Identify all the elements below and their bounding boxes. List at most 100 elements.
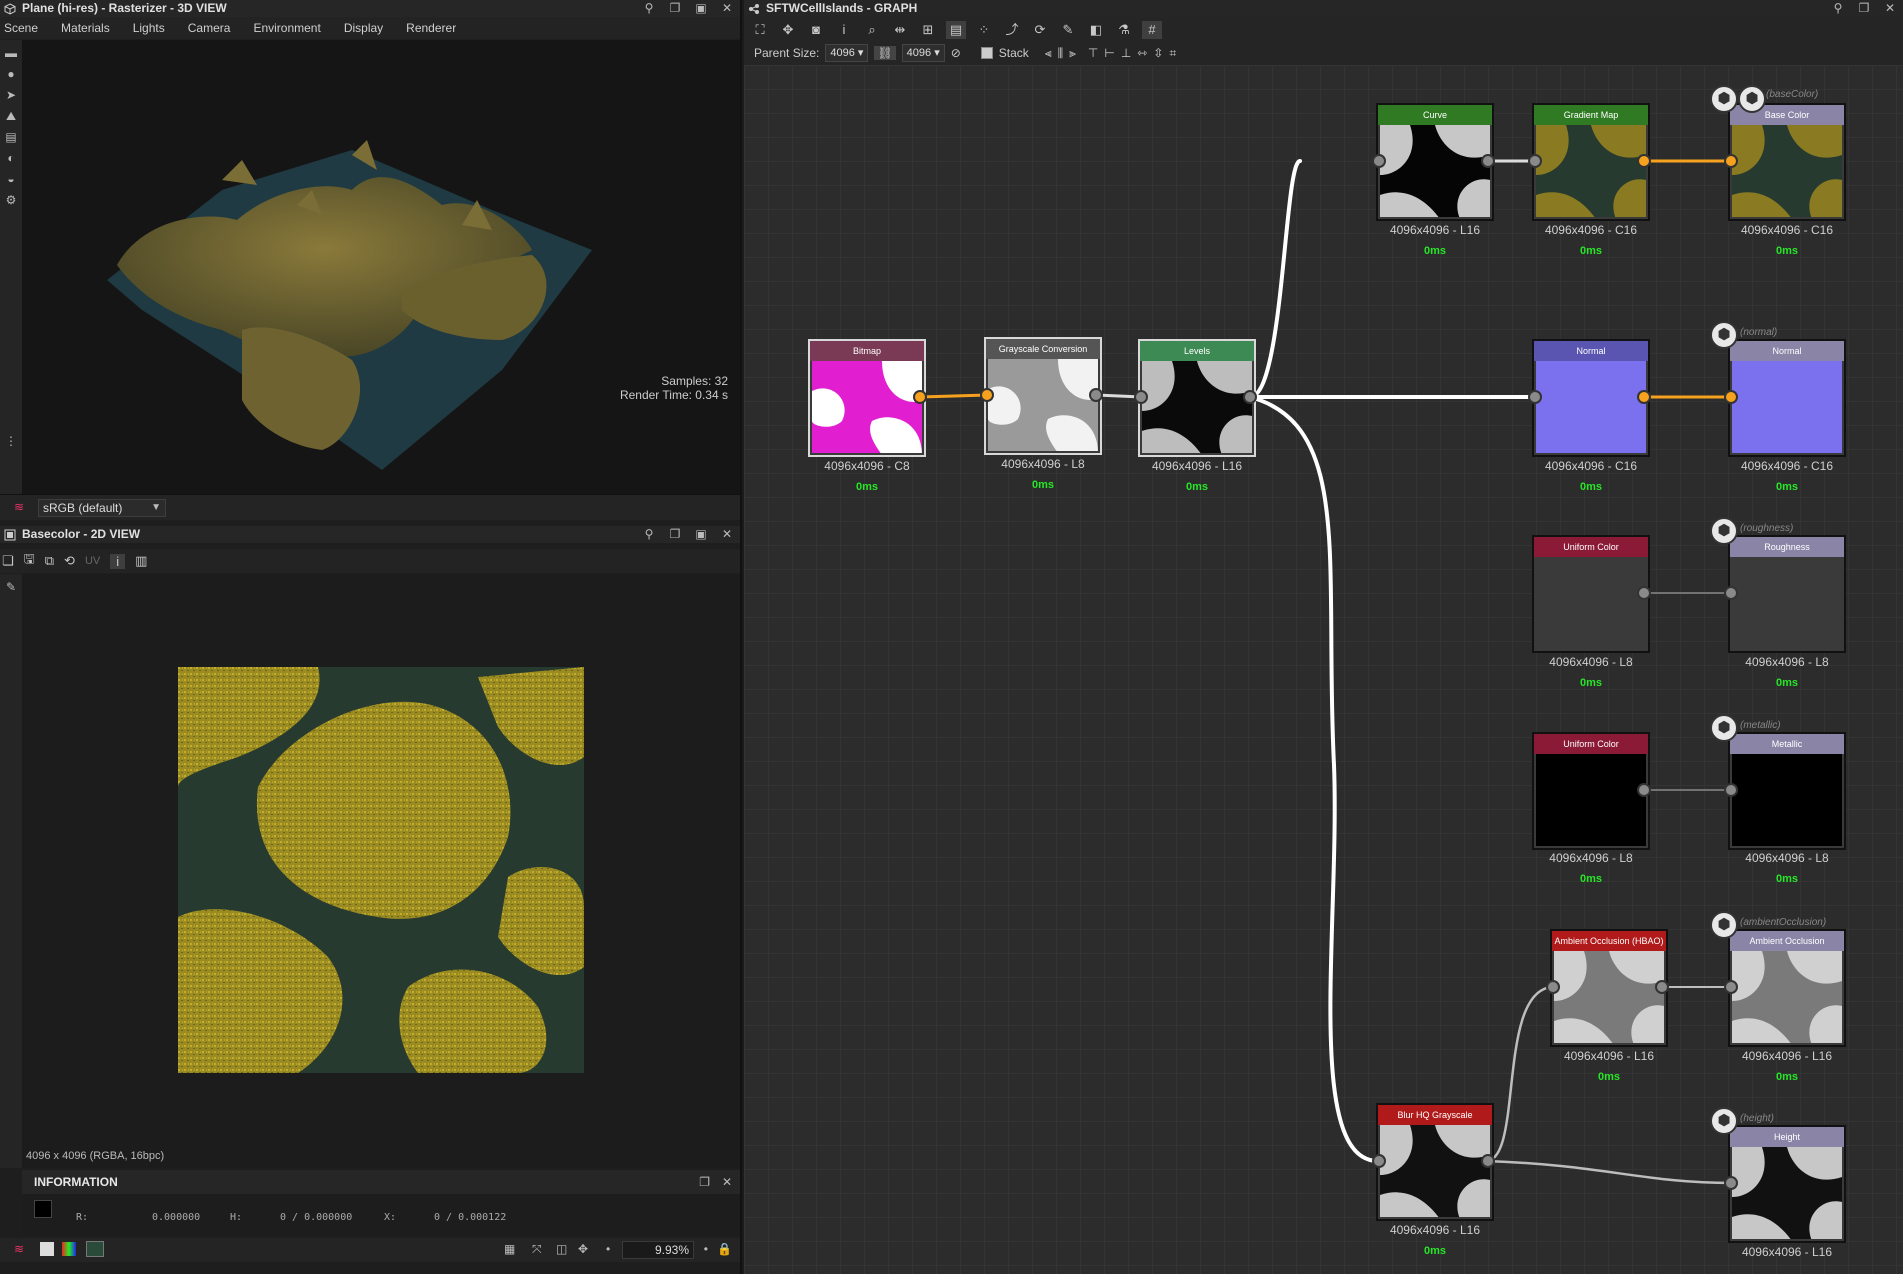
layers-icon[interactable]: ≋ [14,500,24,514]
material-icon[interactable]: ◐ [4,151,18,165]
node-basecolor-output[interactable]: Base Color [1728,103,1846,221]
node-height-output[interactable]: Height [1728,1125,1846,1243]
menu-lights[interactable]: Lights [133,21,176,35]
port-normal-out[interactable] [1637,390,1651,404]
grid-icon[interactable]: ▦ [504,1242,515,1256]
checker-icon[interactable] [40,1242,54,1256]
port-bitmap-out[interactable] [913,390,927,404]
menu-display[interactable]: Display [344,21,394,35]
reset-icon[interactable]: ⊘ [951,46,961,60]
node-hbao[interactable]: Ambient Occlusion (HBAO) [1550,929,1668,1047]
duplicate-icon[interactable]: ⧉ [45,553,54,569]
list-icon[interactable]: ▤ [946,21,966,39]
bake-icon[interactable]: ⚗ [1114,21,1134,39]
zoom-dot-icon[interactable]: • [606,1242,610,1256]
port-grayscale-out[interactable] [1089,388,1103,402]
channels-icon[interactable] [62,1242,76,1256]
layout-icon[interactable]: ⊞ [918,21,938,39]
port-roughness-in[interactable] [1724,586,1738,600]
node-blur-hq[interactable]: Blur HQ Grayscale [1376,1103,1494,1221]
restore-icon[interactable]: ❐ [699,1170,710,1194]
parent-size-select[interactable]: 4096 ▾ [825,44,869,62]
colorspace-select[interactable]: sRGB (default) ▼ [38,499,166,517]
viewport-3d[interactable]: Samples: 32 Render Time: 0.34 s [22,40,740,494]
move-icon[interactable]: ✥ [778,21,798,39]
node-normal[interactable]: Normal [1532,339,1650,457]
zoom-input[interactable]: 9.93% [622,1241,694,1259]
zoom-dot-icon[interactable]: • [704,1242,708,1256]
restore-icon[interactable]: ❐ [668,526,682,543]
port-normal-in[interactable] [1528,390,1542,404]
node-bitmap[interactable]: Bitmap [808,339,926,457]
graph-canvas[interactable]: Bitmap 4096x4096 - C8 0ms Grayscale Conv… [744,65,1903,1274]
port-uniform-2-out[interactable] [1637,783,1651,797]
distribute-h-icon[interactable]: ⇿ [1137,46,1147,60]
pan-icon[interactable]: ✥ [578,1242,588,1256]
viewport-2d[interactable] [22,574,740,1168]
align-right-icon[interactable]: ⫸ [1069,46,1076,61]
node-levels[interactable]: Levels [1138,339,1256,457]
maximize-icon[interactable]: ▣ [694,0,708,17]
port-basecolor-in[interactable] [1724,154,1738,168]
node-grayscale[interactable]: Grayscale Conversion [984,337,1102,455]
settings-icon[interactable]: ⚙ [4,193,18,207]
node-uniform-color-1[interactable]: Uniform Color [1532,535,1650,653]
port-hbao-in[interactable] [1546,980,1560,994]
port-height-in[interactable] [1724,1176,1738,1190]
port-curve-in[interactable] [1372,154,1386,168]
port-blur-out[interactable] [1481,1154,1495,1168]
port-normal-output-in[interactable] [1724,390,1738,404]
stack-checkbox[interactable] [980,47,993,59]
node-uniform-color-2[interactable]: Uniform Color [1532,732,1650,850]
info-icon[interactable]: i [110,553,126,569]
port-uniform-1-out[interactable] [1637,586,1651,600]
node-metallic-output[interactable]: Metallic [1728,732,1846,850]
uv-toggle[interactable]: UV [85,555,100,567]
save-icon[interactable]: 🖫 [24,550,35,572]
environment-icon[interactable]: ⛰ [4,109,18,123]
connect-icon[interactable]: ⤴ [1002,21,1022,39]
menu-camera[interactable]: Camera [188,21,242,35]
light-icon[interactable]: ● [4,67,18,81]
port-curve-out[interactable] [1481,154,1495,168]
pin-icon[interactable]: ⚲ [1831,0,1845,17]
rotate-icon[interactable]: ⟳ [1030,21,1050,39]
tree-icon[interactable]: ⋮ [4,434,18,448]
camera-icon[interactable]: ◙ [806,21,826,39]
search-icon[interactable]: ⌕ [862,21,882,39]
distribute-v-icon[interactable]: ⇳ [1153,46,1163,60]
close-icon[interactable]: ✕ [722,1170,732,1194]
menu-renderer[interactable]: Renderer [406,21,467,35]
second-size-select[interactable]: 4096 ▾ [901,44,945,62]
layers-icon[interactable]: ≋ [14,1242,24,1256]
port-gradient-out[interactable] [1637,154,1651,168]
port-grayscale-in[interactable] [980,388,994,402]
info-icon[interactable]: i [834,21,854,39]
copy-icon[interactable]: ❏ [2,553,14,569]
menu-scene[interactable]: Scene [4,21,49,35]
display-icon[interactable] [86,1241,104,1257]
frame-icon[interactable]: ◫ [556,1242,567,1256]
bake-icon[interactable]: ◒ [4,172,18,186]
pin-icon[interactable]: ⚲ [642,526,656,543]
pin-icon[interactable]: ⚲ [642,0,656,17]
port-ao-in[interactable] [1724,980,1738,994]
align-left-icon[interactable]: ⫷ [1045,46,1052,61]
align-top-icon[interactable]: ⊤ [1088,46,1098,60]
node-gradient-map[interactable]: Gradient Map [1532,103,1650,221]
port-hbao-out[interactable] [1655,980,1669,994]
select-icon[interactable]: ➤ [4,88,18,102]
node-normal-output[interactable]: Normal [1728,339,1846,457]
preview-icon[interactable]: ◧ [1086,21,1106,39]
align-middle-icon[interactable]: ⊢ [1104,46,1114,60]
tools-icon[interactable]: ✎ [1058,21,1078,39]
port-metallic-in[interactable] [1724,783,1738,797]
close-icon[interactable]: ✕ [1883,0,1897,17]
node-roughness-output[interactable]: Roughness [1728,535,1846,653]
align-center-icon[interactable]: ⫼ [1058,46,1064,61]
restore-icon[interactable]: ❐ [1857,0,1871,17]
align-bottom-icon[interactable]: ⊥ [1121,46,1131,60]
port-levels-out[interactable] [1243,390,1257,404]
restore-icon[interactable]: ❐ [668,0,682,17]
port-gradient-in[interactable] [1528,154,1542,168]
